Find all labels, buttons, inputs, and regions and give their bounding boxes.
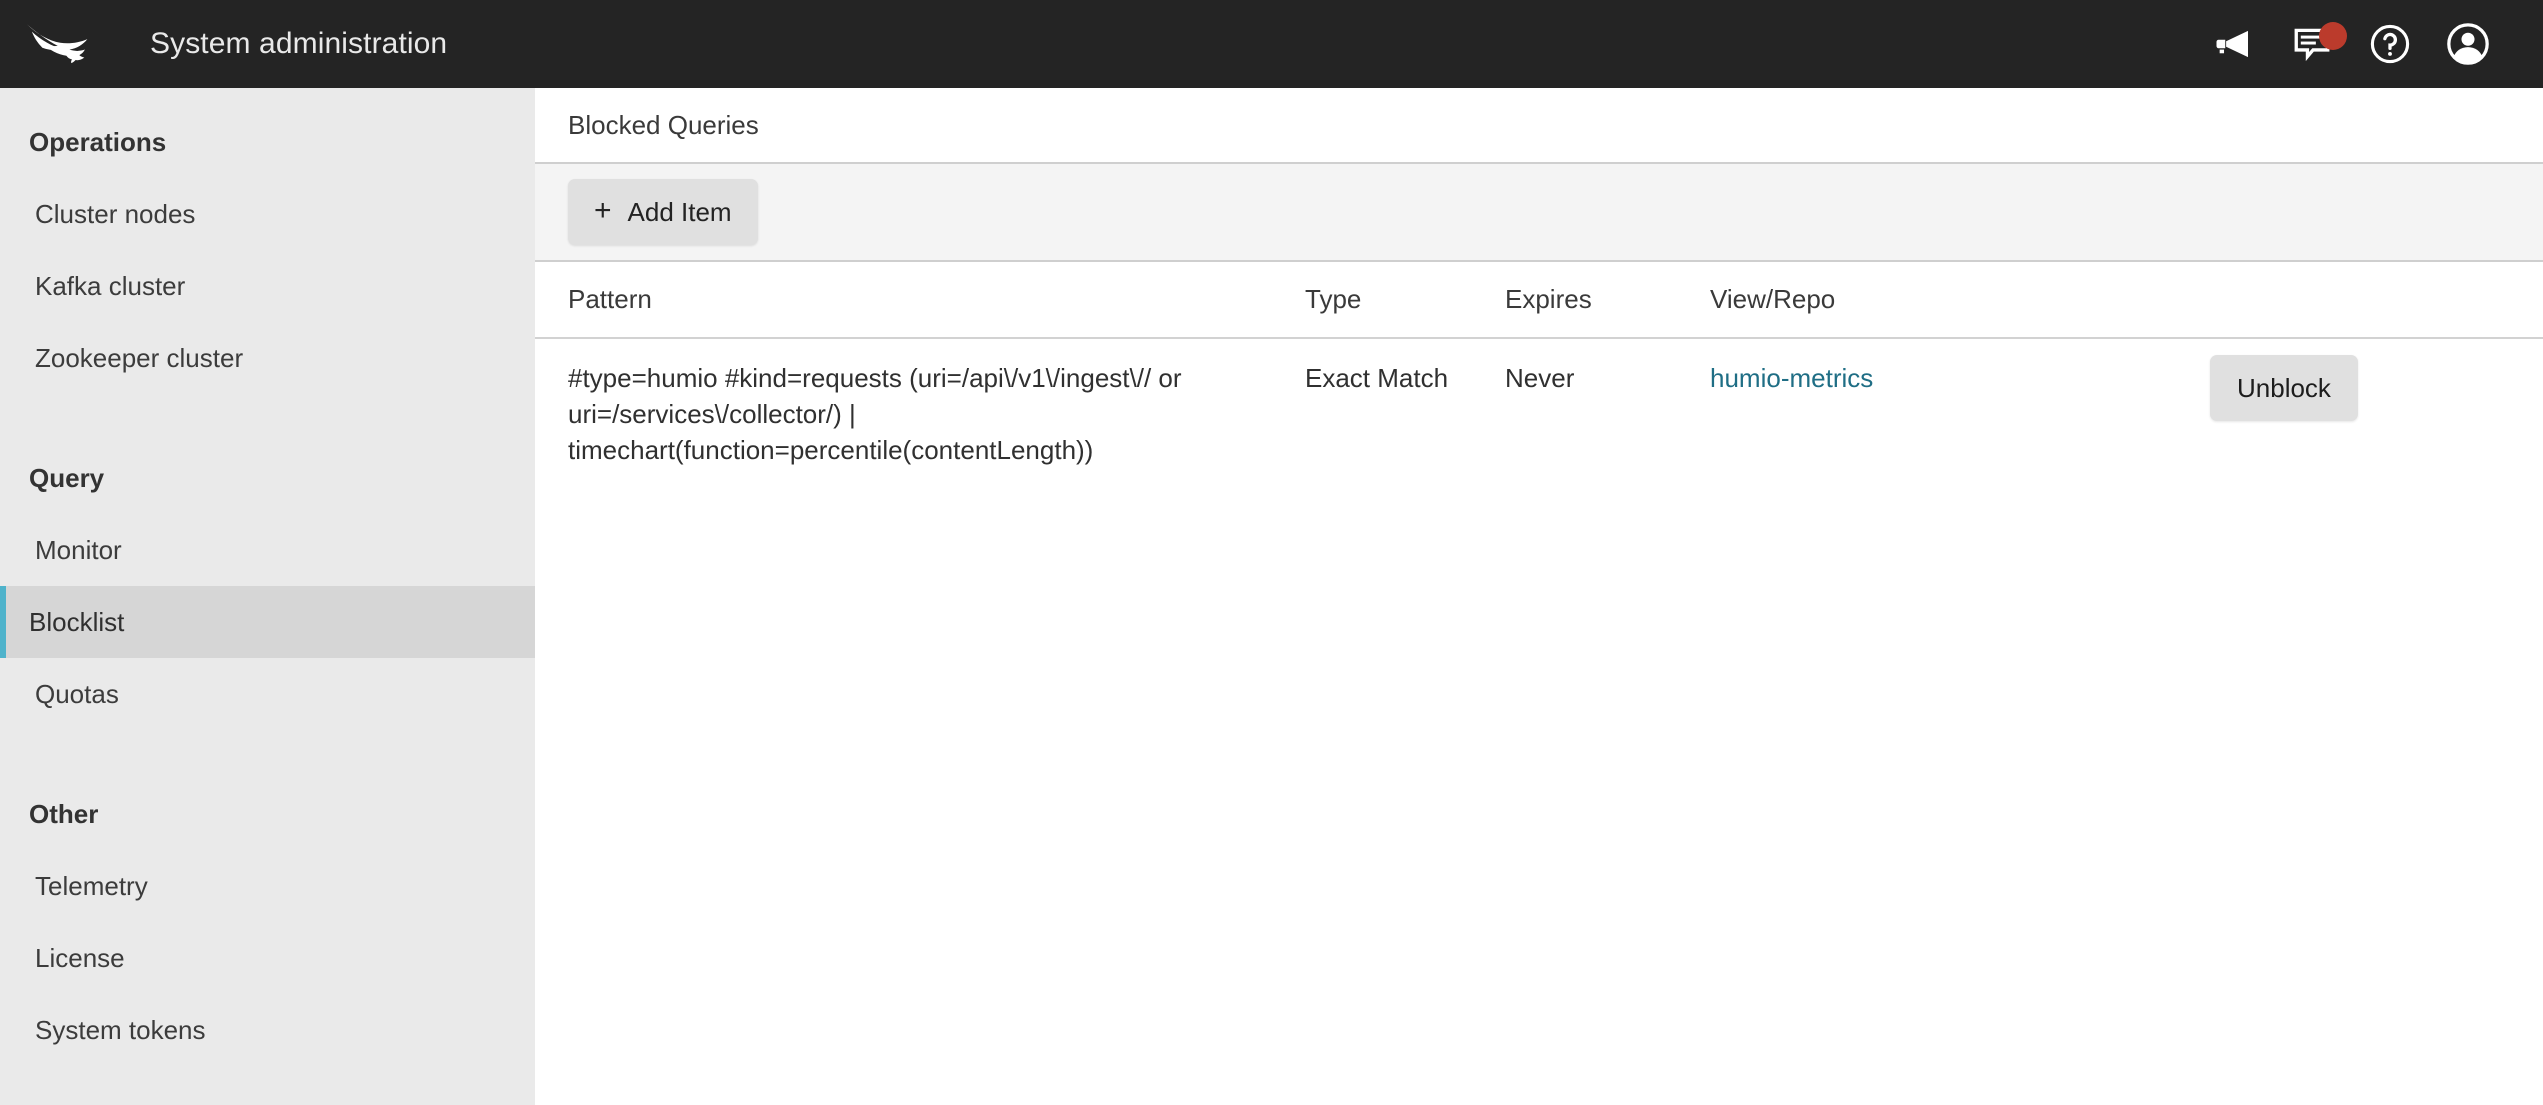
sidebar-item-label: Cluster nodes: [35, 199, 195, 230]
table-body: #type=humio #kind=requests (uri=/api\/v1…: [535, 338, 2543, 495]
announcement-megaphone-icon[interactable]: [2195, 0, 2273, 88]
sidebar-group-title-query: Query: [0, 442, 535, 514]
sidebar-item-kafka-cluster[interactable]: Kafka cluster: [0, 250, 535, 322]
section-title: Blocked Queries: [535, 88, 2543, 164]
top-header-bar: System administration: [0, 0, 2543, 88]
notification-badge: [2319, 22, 2347, 50]
cell-view-repo: humio-metrics: [1710, 338, 2210, 495]
table-toolbar: + Add Item: [535, 164, 2543, 262]
column-header-pattern: Pattern: [535, 262, 1305, 338]
crowdstrike-falcon-logo[interactable]: [0, 0, 118, 88]
sidebar-item-label: System tokens: [35, 1015, 206, 1046]
table-header-row: Pattern Type Expires View/Repo: [535, 262, 2543, 338]
add-item-button[interactable]: + Add Item: [568, 179, 758, 245]
sidebar-navigation: Operations Cluster nodes Kafka cluster Z…: [0, 88, 535, 1105]
main-content: Blocked Queries + Add Item Pattern Type …: [535, 88, 2543, 1105]
sidebar-item-label: Blocklist: [29, 607, 124, 638]
cell-pattern: #type=humio #kind=requests (uri=/api\/v1…: [535, 338, 1305, 495]
cell-actions: Unblock: [2210, 338, 2543, 495]
cell-type: Exact Match: [1305, 338, 1505, 495]
sidebar-item-monitor[interactable]: Monitor: [0, 514, 535, 586]
blocked-queries-table: Pattern Type Expires View/Repo #type=hum…: [535, 262, 2543, 495]
sidebar-item-quotas[interactable]: Quotas: [0, 658, 535, 730]
help-question-icon[interactable]: [2351, 0, 2429, 88]
column-header-type: Type: [1305, 262, 1505, 338]
sidebar-item-zookeeper-cluster[interactable]: Zookeeper cluster: [0, 322, 535, 394]
feedback-chat-icon[interactable]: [2273, 0, 2351, 88]
sidebar-group-title-other: Other: [0, 778, 535, 850]
page-title: System administration: [150, 27, 447, 61]
plus-icon: +: [594, 196, 612, 226]
column-header-expires: Expires: [1505, 262, 1710, 338]
column-header-view-repo: View/Repo: [1710, 262, 2210, 338]
sidebar-item-label: Zookeeper cluster: [35, 343, 243, 374]
table-head: Pattern Type Expires View/Repo: [535, 262, 2543, 338]
header-icon-group: [2195, 0, 2543, 88]
column-header-actions: [2210, 262, 2543, 338]
sidebar-item-telemetry[interactable]: Telemetry: [0, 850, 535, 922]
add-item-label: Add Item: [628, 197, 732, 228]
sidebar-item-label: Quotas: [35, 679, 119, 710]
sidebar-item-label: License: [35, 943, 125, 974]
sidebar-item-label: Telemetry: [35, 871, 148, 902]
sidebar-item-label: Kafka cluster: [35, 271, 185, 302]
unblock-button[interactable]: Unblock: [2210, 355, 2358, 421]
sidebar-item-system-tokens[interactable]: System tokens: [0, 994, 535, 1066]
sidebar-item-cluster-nodes[interactable]: Cluster nodes: [0, 178, 535, 250]
cell-expires: Never: [1505, 338, 1710, 495]
repo-link[interactable]: humio-metrics: [1710, 363, 1873, 393]
sidebar-group-title-operations: Operations: [0, 106, 535, 178]
table-row: #type=humio #kind=requests (uri=/api\/v1…: [535, 338, 2543, 495]
user-account-icon[interactable]: [2429, 0, 2507, 88]
sidebar-item-label: Monitor: [35, 535, 122, 566]
sidebar-item-blocklist[interactable]: Blocklist: [0, 586, 535, 658]
sidebar-item-license[interactable]: License: [0, 922, 535, 994]
